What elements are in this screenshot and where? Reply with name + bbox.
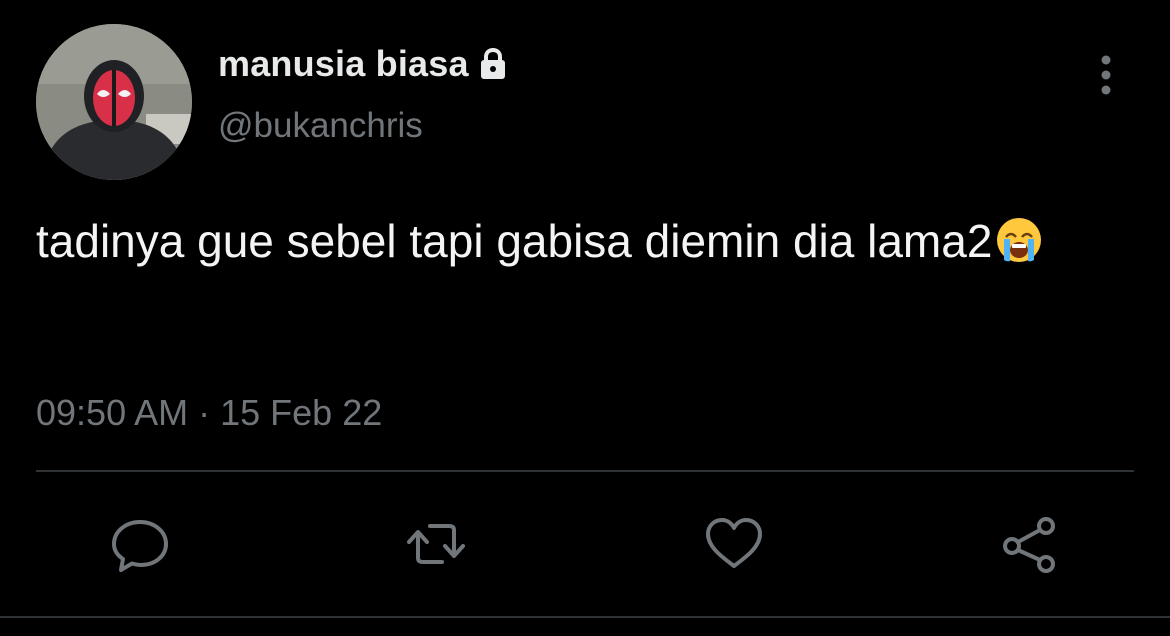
tweet-time: 09:50 AM: [36, 392, 189, 433]
reply-button[interactable]: [108, 512, 172, 576]
display-name-row: manusia biasa: [218, 40, 511, 88]
bottom-divider: [0, 616, 1170, 618]
user-handle[interactable]: @bukanchris: [218, 106, 423, 146]
lock-icon: [475, 46, 511, 82]
tweet-timestamp[interactable]: 09:50 AM · 15 Feb 22: [36, 392, 382, 434]
display-name[interactable]: manusia biasa: [218, 43, 469, 85]
meta-separator: ·: [198, 392, 211, 433]
share-icon: [1003, 517, 1055, 573]
divider: [36, 470, 1134, 472]
more-vertical-icon[interactable]: [1088, 52, 1124, 98]
share-button[interactable]: [998, 512, 1062, 576]
retweet-icon: [407, 524, 465, 564]
avatar[interactable]: [36, 24, 192, 180]
heart-icon: [706, 518, 762, 568]
avatar-image: [36, 24, 192, 180]
like-button[interactable]: [702, 512, 766, 576]
tweet-text-content: tadinya gue sebel tapi gabisa diemin dia…: [36, 215, 993, 267]
tweet-date: 15 Feb 22: [220, 392, 383, 433]
tweet-text: tadinya gue sebel tapi gabisa diemin dia…: [36, 206, 1126, 276]
loudly-crying-face-icon: [994, 214, 1044, 264]
reply-icon: [112, 520, 168, 572]
retweet-button[interactable]: [404, 512, 468, 576]
